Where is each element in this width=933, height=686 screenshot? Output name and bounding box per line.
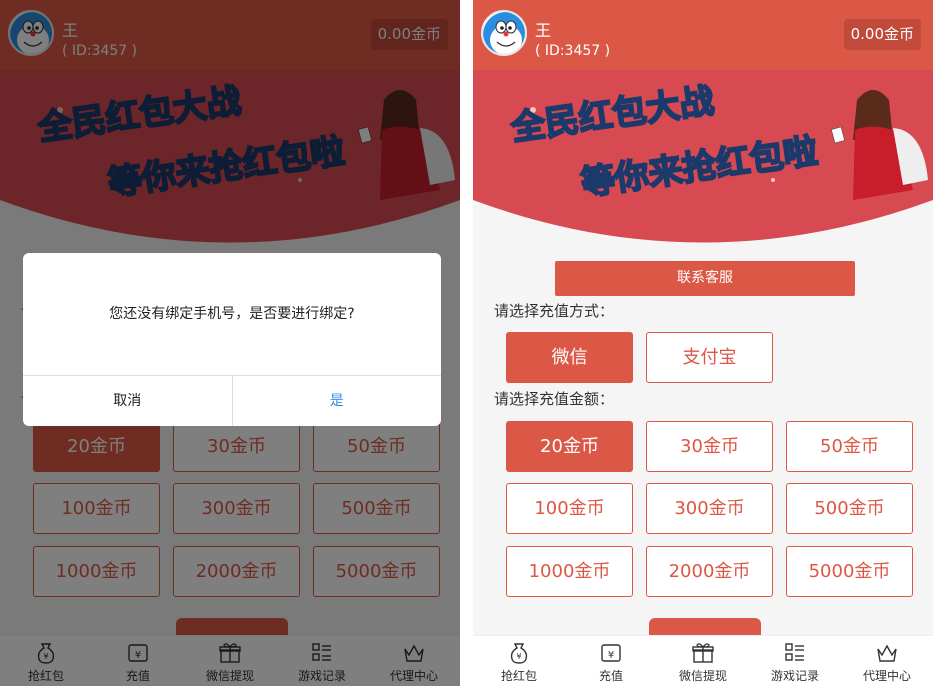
amount-option[interactable]: 1000金币 bbox=[506, 546, 633, 597]
pay-option-wechat[interactable]: 微信 bbox=[506, 332, 633, 383]
contact-service-button[interactable]: 联系客服 bbox=[555, 261, 855, 296]
amount-option[interactable]: 50金币 bbox=[786, 421, 913, 472]
tab-label: 代理中心 bbox=[862, 669, 911, 683]
crown-icon bbox=[877, 644, 897, 662]
list-icon bbox=[785, 643, 804, 661]
dialog-message: 您还没有绑定手机号，是否要进行绑定? bbox=[109, 306, 355, 322]
dialog-actions: 取消 是 bbox=[23, 375, 441, 426]
dialog-cancel-button[interactable]: 取消 bbox=[23, 376, 233, 426]
payment-method-label: 请选择充值方式： bbox=[494, 302, 615, 320]
yuan-ticket-icon: ¥ bbox=[601, 644, 621, 662]
screen-divider bbox=[460, 0, 473, 686]
tab-wechat-withdraw[interactable]: 微信提现 bbox=[657, 636, 749, 686]
tab-game-records[interactable]: 游戏记录 bbox=[749, 636, 841, 686]
red-envelope-banner-image: 全民红包大战等你来抢红包啦 bbox=[473, 70, 933, 260]
username: 王 bbox=[535, 21, 552, 40]
amount-option[interactable]: 100金币 bbox=[506, 483, 633, 534]
tab-agent-center[interactable]: 代理中心 bbox=[841, 636, 933, 686]
tab-grab-red-packet[interactable]: ¥ 抢红包 bbox=[473, 636, 565, 686]
pay-option-alipay[interactable]: 支付宝 bbox=[646, 332, 773, 383]
user-header: 王 ( ID:3457 ) 0.00金币 bbox=[473, 0, 933, 70]
doraemon-avatar-icon bbox=[483, 12, 525, 54]
gift-icon bbox=[692, 643, 714, 663]
dialog-confirm-button[interactable]: 是 bbox=[233, 376, 442, 426]
coin-balance: 0.00金币 bbox=[843, 19, 921, 50]
user-id: ( ID:3457 ) bbox=[535, 43, 611, 59]
money-bag-icon: ¥ bbox=[510, 643, 528, 664]
bottom-tab-bar: ¥ 抢红包 ¥ 充值 微信提现 游戏记录 代理中心 bbox=[473, 635, 933, 686]
avatar[interactable] bbox=[481, 10, 527, 56]
amount-option[interactable]: 2000金币 bbox=[646, 546, 773, 597]
amount-option[interactable]: 5000金币 bbox=[786, 546, 913, 597]
recharge-screen-with-dialog: 王 ( ID:3457 ) 0.00金币 全民红包大战等你来抢红包啦 联系客服 … bbox=[0, 0, 460, 686]
amount-option[interactable]: 20金币 bbox=[506, 421, 633, 472]
svg-text:¥: ¥ bbox=[516, 652, 521, 661]
bind-phone-dialog: 您还没有绑定手机号，是否要进行绑定? 取消 是 bbox=[23, 253, 441, 426]
amount-option[interactable]: 30金币 bbox=[646, 421, 773, 472]
tab-label: 游戏记录 bbox=[770, 669, 819, 683]
promo-banner: 全民红包大战等你来抢红包啦 bbox=[473, 70, 933, 260]
amount-option[interactable]: 300金币 bbox=[646, 483, 773, 534]
tab-label: 微信提现 bbox=[678, 669, 727, 683]
amount-option[interactable]: 500金币 bbox=[786, 483, 913, 534]
tab-label: 充值 bbox=[598, 669, 623, 683]
tab-recharge[interactable]: ¥ 充值 bbox=[565, 636, 657, 686]
svg-text:¥: ¥ bbox=[608, 650, 614, 661]
amount-label: 请选择充值金额： bbox=[494, 390, 615, 408]
app-comparison-view: 王 ( ID:3457 ) 0.00金币 全民红包大战等你来抢红包啦 联系客服 … bbox=[0, 0, 933, 686]
recharge-screen: 王 ( ID:3457 ) 0.00金币 全民红包大战 等你来抢红包啦 联系客服 … bbox=[473, 0, 933, 686]
tab-label: 抢红包 bbox=[500, 669, 537, 683]
